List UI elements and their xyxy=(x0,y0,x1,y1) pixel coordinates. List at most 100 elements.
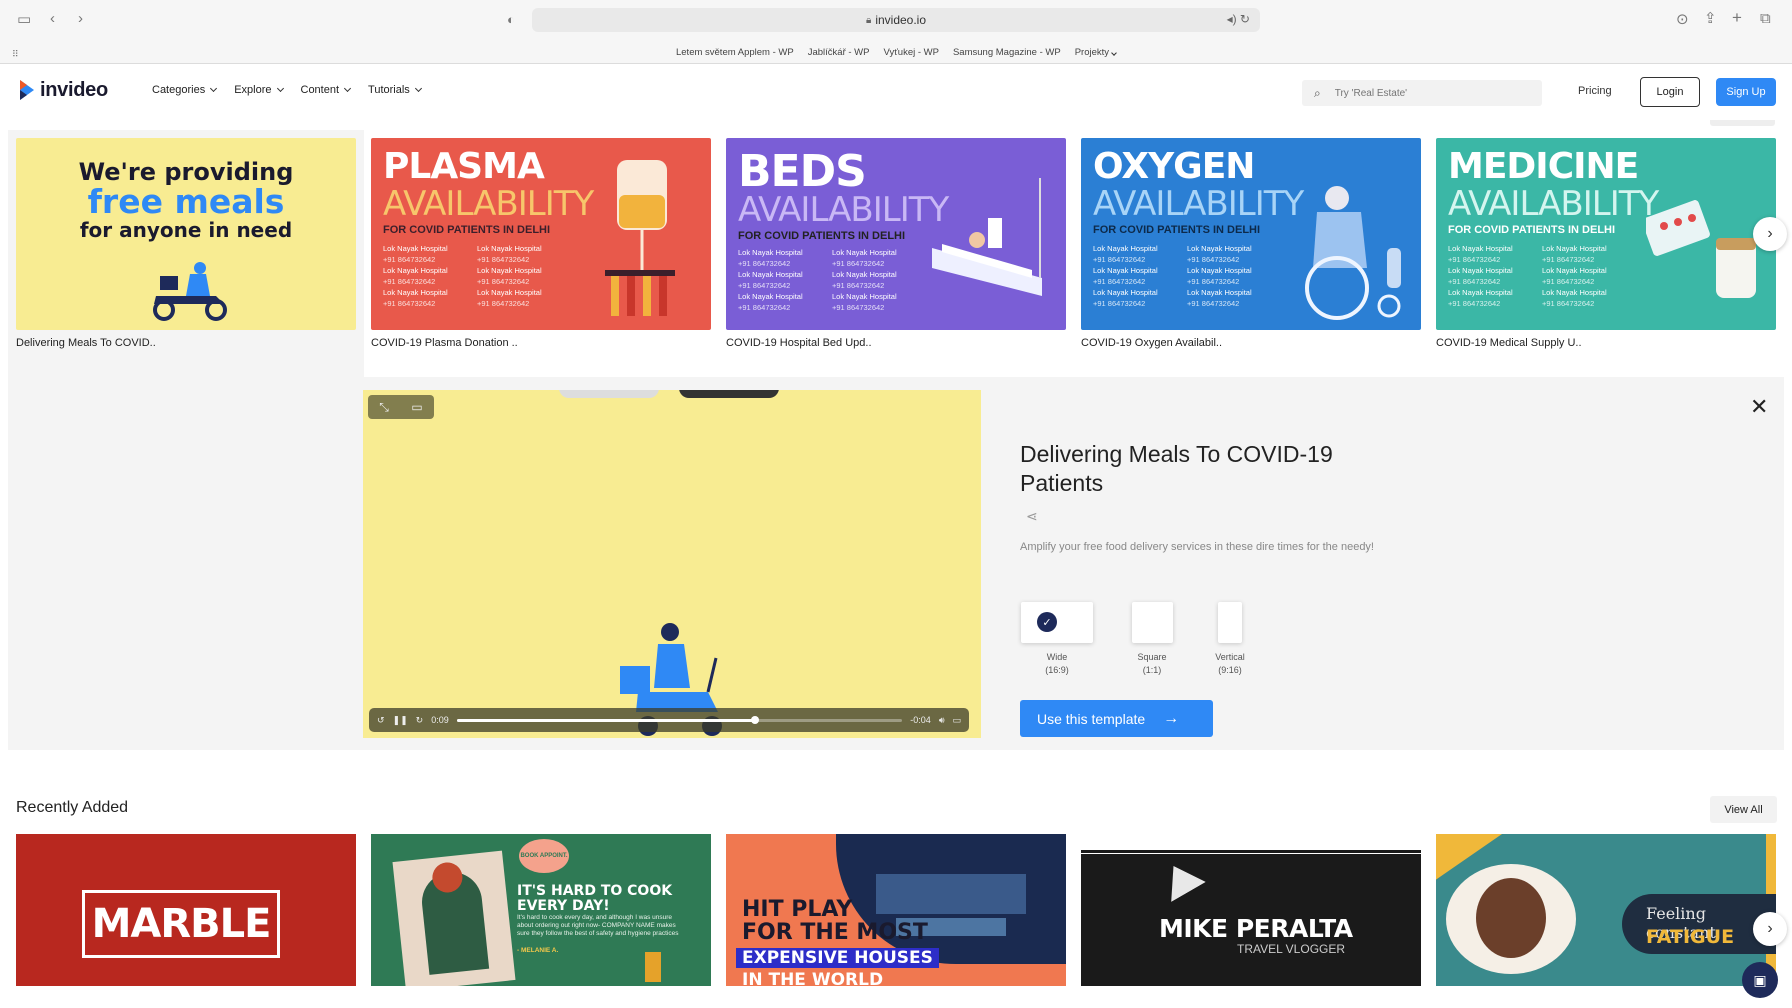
recent-card-vlogger[interactable]: MIKE PERALTA TRAVEL VLOGGER xyxy=(1081,834,1421,986)
seek-bar-fill xyxy=(456,718,756,722)
hospital-grid: Lok Nayak Hospital Lok Nayak Hospital +91… xyxy=(383,244,542,308)
picture-in-picture-icon[interactable]: ▭ xyxy=(411,400,422,414)
forward-skip-icon[interactable]: ↻ xyxy=(416,715,424,726)
pause-icon[interactable]: ❚❚ xyxy=(393,715,408,726)
chat-icon: ▣ xyxy=(1753,971,1767,988)
player-top-controls: ⤡ ▭ xyxy=(368,395,434,419)
chevron-down-icon xyxy=(414,84,422,93)
menu-explore[interactable]: Explore xyxy=(234,84,284,96)
airplay-icon[interactable]: ▭ xyxy=(952,715,961,726)
chevron-right-icon: › xyxy=(1767,225,1773,242)
menu-categories[interactable]: Categories xyxy=(152,84,218,96)
template-description: Amplify your free food delivery services… xyxy=(1020,541,1374,553)
poster-sub: AVAILABILITY xyxy=(1448,184,1659,224)
seek-bar[interactable] xyxy=(456,715,903,724)
chevron-down-icon xyxy=(210,84,218,93)
template-card-meals[interactable]: We're providing free meals for anyone in… xyxy=(16,138,356,330)
browser-chrome: ▭ ‹ › ◐ 🔒︎ invideo.io ◂) ↻ ⊙ ⇪ + ⧉ ⠿ Let… xyxy=(0,0,1792,64)
menu-content[interactable]: Content xyxy=(301,84,352,96)
recent-card-marble[interactable]: MARBLE xyxy=(16,834,356,986)
login-button[interactable]: Login xyxy=(1640,77,1700,107)
bookmark-item[interactable]: Jablíčkář - WP xyxy=(808,47,870,58)
template-card-beds[interactable]: BEDS AVAILABILITY FOR COVID PATIENTS IN … xyxy=(726,138,1066,330)
ratio-option-vertical[interactable] xyxy=(1218,602,1242,643)
template-preview-player[interactable]: ⤡ ▭ ↺ ❚❚ ↻ 0:09 -0:04 🔊︎ ▭ xyxy=(363,390,981,738)
shield-icon[interactable]: ◐ xyxy=(507,12,515,28)
poster-tag: FOR COVID PATIENTS IN DELHI xyxy=(1448,224,1616,236)
pricing-link[interactable]: Pricing xyxy=(1578,85,1612,97)
template-card-medicine[interactable]: MEDICINE AVAILABILITY FOR COVID PATIENTS… xyxy=(1436,138,1776,330)
download-icon[interactable]: ⊙ xyxy=(1676,12,1689,28)
ratio-option-square[interactable] xyxy=(1132,602,1173,643)
menu-tutorials[interactable]: Tutorials xyxy=(368,84,422,96)
frame-decor xyxy=(679,390,779,398)
vlogger-name: MIKE PERALTA xyxy=(1159,914,1353,943)
volume-icon[interactable]: 🔊︎ xyxy=(939,715,945,726)
recent-card-cook[interactable]: BOOK APPOINT. IT'S HARD TO COOK EVERY DA… xyxy=(371,834,711,986)
poster-sub: AVAILABILITY xyxy=(383,184,594,224)
template-title[interactable]: Delivering Meals To COVID.. xyxy=(16,337,156,349)
close-detail-button[interactable]: ✕ xyxy=(1750,394,1768,420)
signup-button[interactable]: Sign Up xyxy=(1716,78,1776,106)
poster-word: MEDICINE xyxy=(1448,146,1639,187)
rewind-icon[interactable]: ↺ xyxy=(377,715,385,726)
frame-decor xyxy=(559,390,659,398)
invideo-logo-icon xyxy=(20,80,34,100)
arrow-right-icon: → xyxy=(1163,709,1180,727)
seek-handle[interactable] xyxy=(751,715,760,724)
reload-icon[interactable]: ◂) ↻ xyxy=(1227,12,1250,26)
search-input[interactable] xyxy=(1334,87,1515,99)
template-title[interactable]: COVID-19 Oxygen Availabil.. xyxy=(1081,337,1222,349)
template-title[interactable]: COVID-19 Plasma Donation .. xyxy=(371,337,518,349)
share-icon[interactable]: ⋖ xyxy=(1026,508,1038,525)
poster-subline: for anyone in need xyxy=(79,218,293,242)
decor xyxy=(645,952,661,982)
forward-icon[interactable]: › xyxy=(78,11,83,27)
poster-tag: FOR COVID PATIENTS IN DELHI xyxy=(383,224,551,236)
tabs-overview-icon[interactable]: ⧉ xyxy=(1760,11,1771,27)
lock-icon: 🔒︎ xyxy=(865,14,872,26)
chevron-down-icon xyxy=(276,84,284,93)
template-card-oxygen[interactable]: OXYGEN AVAILABILITY FOR COVID PATIENTS I… xyxy=(1081,138,1421,330)
share-icon[interactable]: ⇪ xyxy=(1704,11,1717,27)
bookmark-item[interactable]: Letem světem Applem - WP xyxy=(676,47,794,58)
remaining-time: -0:04 xyxy=(910,715,931,725)
bookmark-item[interactable]: Vyťukej - WP xyxy=(883,47,938,58)
view-all-button[interactable]: View All xyxy=(1710,796,1777,823)
ratio-label-wide: Wide (16:9) xyxy=(1045,652,1069,675)
card-headline: HIT PLAY FOR THE MOST xyxy=(742,897,928,945)
poster-tag: FOR COVID PATIENTS IN DELHI xyxy=(1093,224,1261,236)
recent-card-houses[interactable]: HIT PLAY FOR THE MOST EXPENSIVE HOUSES I… xyxy=(726,834,1066,986)
bookmark-folder[interactable]: Projekty xyxy=(1075,47,1117,58)
chat-support-button[interactable]: ▣ xyxy=(1742,962,1778,998)
carousel-next-button[interactable]: › xyxy=(1753,912,1787,946)
elapsed-time: 0:09 xyxy=(431,715,449,725)
logo[interactable]: invideo xyxy=(18,78,108,102)
use-template-button[interactable]: Use this template → xyxy=(1020,700,1213,737)
poster-sub: AVAILABILITY xyxy=(738,190,949,230)
template-title[interactable]: COVID-19 Hospital Bed Upd.. xyxy=(726,337,872,349)
template-detail-title: Delivering Meals To COVID-19 Patients xyxy=(1020,441,1333,496)
poster-word: OXYGEN xyxy=(1093,146,1255,187)
ratio-option-wide[interactable]: ✓ xyxy=(1021,602,1093,643)
template-title[interactable]: COVID-19 Medical Supply U.. xyxy=(1436,337,1582,349)
bookmark-item[interactable]: Samsung Magazine - WP xyxy=(953,47,1061,58)
pills-icon xyxy=(1646,200,1756,298)
sidebar-toggle-icon[interactable]: ▭ xyxy=(17,12,31,28)
carousel-next-button[interactable]: › xyxy=(1753,217,1787,251)
recent-card-fatigue[interactable]: Feeling constant FATIGUE xyxy=(1436,834,1776,986)
close-icon: ✕ xyxy=(1750,394,1769,419)
search-box[interactable]: ⌕ xyxy=(1302,80,1542,106)
photo-frame xyxy=(392,850,516,986)
fullscreen-icon[interactable]: ⤡ xyxy=(379,400,389,415)
address-bar[interactable]: 🔒︎ invideo.io ◂) ↻ xyxy=(532,8,1260,32)
scroll-stub xyxy=(1710,120,1775,126)
poster-word: PLASMA xyxy=(383,146,545,187)
poster-highlight: free meals xyxy=(87,182,285,221)
new-tab-icon[interactable]: + xyxy=(1732,9,1742,26)
use-template-label: Use this template xyxy=(1037,710,1146,727)
back-icon[interactable]: ‹ xyxy=(50,11,55,27)
card-text: MARBLE xyxy=(82,890,280,958)
template-card-plasma[interactable]: PLASMA AVAILABILITY FOR COVID PATIENTS I… xyxy=(371,138,711,330)
wheelchair-patient-icon xyxy=(1305,186,1401,320)
